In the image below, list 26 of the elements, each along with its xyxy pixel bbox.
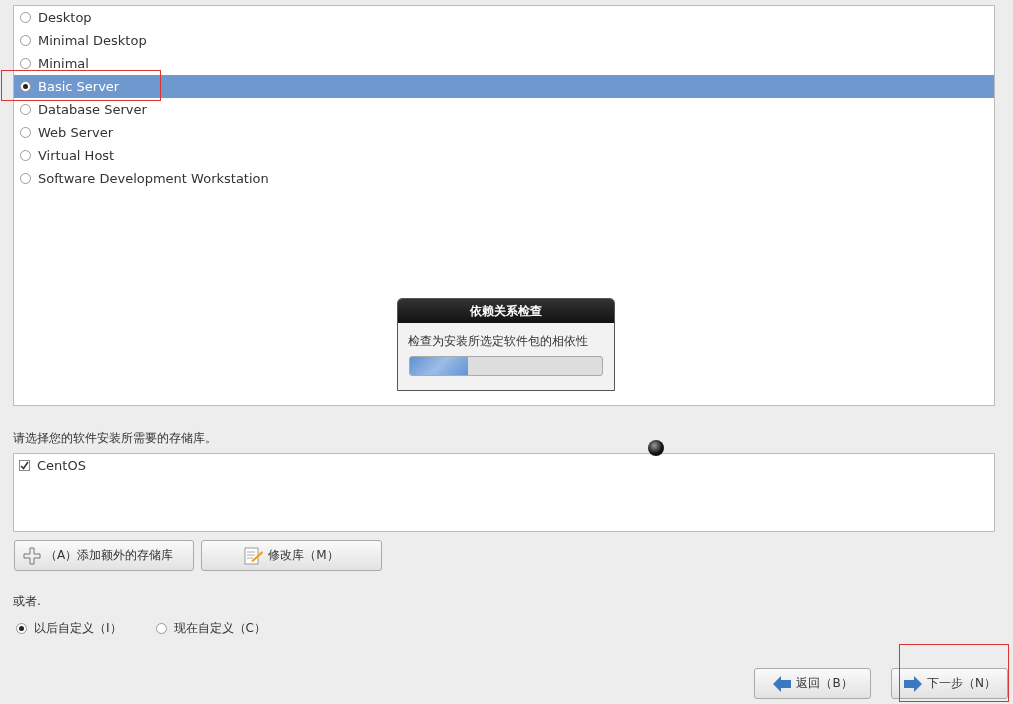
checkbox[interactable] bbox=[19, 460, 30, 471]
or-label: 或者. bbox=[13, 593, 42, 610]
install-type-option[interactable]: Virtual Host bbox=[14, 144, 994, 167]
customize-option-label: 以后自定义（I） bbox=[34, 620, 122, 637]
radio-button[interactable] bbox=[155, 623, 167, 634]
edit-document-icon bbox=[244, 546, 265, 565]
radio-button[interactable] bbox=[16, 623, 27, 634]
install-type-option[interactable]: Desktop bbox=[14, 6, 994, 29]
install-type-option[interactable]: Minimal Desktop bbox=[14, 29, 994, 52]
modify-repository-button[interactable]: 修改库（M） bbox=[201, 540, 382, 571]
install-type-option[interactable]: Database Server bbox=[14, 98, 994, 121]
install-type-option[interactable]: Web Server bbox=[14, 121, 994, 144]
next-button[interactable]: 下一步（N） bbox=[891, 668, 1008, 699]
repo-prompt: 请选择您的软件安装所需要的存储库。 bbox=[13, 430, 218, 447]
add-repository-button[interactable]: （A）添加额外的存储库 bbox=[14, 540, 194, 571]
busy-cursor-icon bbox=[647, 439, 665, 457]
plus-icon bbox=[23, 546, 41, 565]
install-type-option[interactable]: Minimal bbox=[14, 52, 994, 75]
dialog-title: 依赖关系检查 bbox=[398, 299, 614, 323]
repository-name: CentOS bbox=[37, 458, 86, 473]
install-type-option[interactable]: Software Development Workstation bbox=[14, 167, 994, 190]
dialog-message: 检查为安装所选定软件包的相依性 bbox=[408, 333, 589, 350]
back-button[interactable]: 返回（B） bbox=[754, 668, 871, 699]
customize-option-label: 现在自定义（C） bbox=[173, 620, 266, 637]
left-arrow-icon bbox=[772, 674, 793, 693]
right-arrow-icon bbox=[903, 674, 923, 693]
